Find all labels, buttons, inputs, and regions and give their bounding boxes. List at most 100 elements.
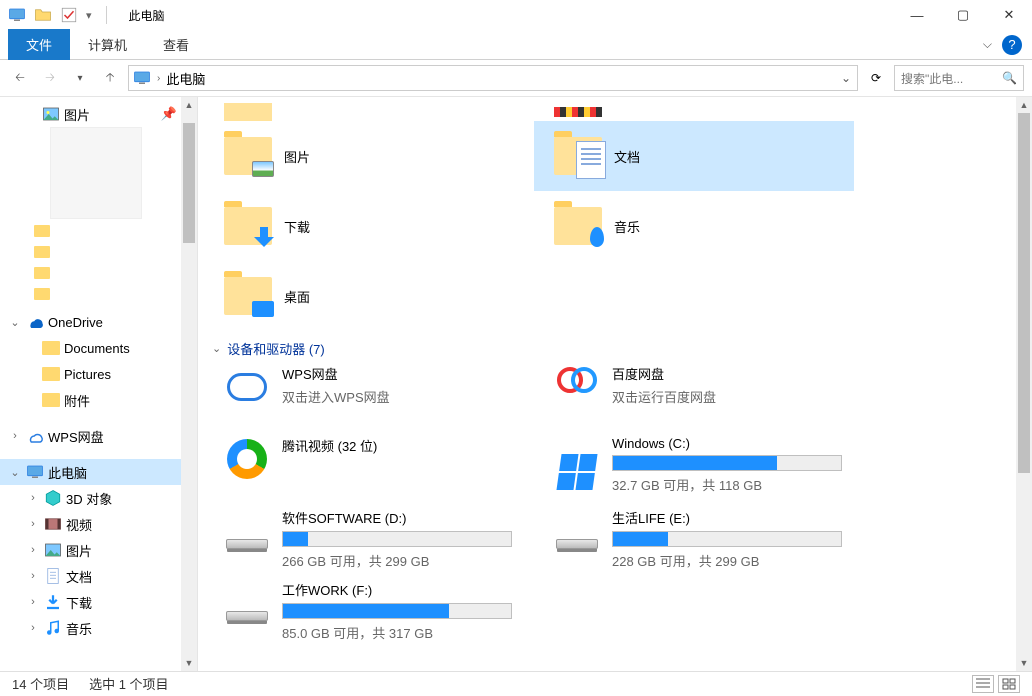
sidebar-item-pictures[interactable]: Pictures [0,361,197,387]
sidebar-item-onedrive[interactable]: ⌄ OneDrive [0,309,197,335]
details-view-button[interactable] [972,675,994,693]
sidebar-scrollbar[interactable]: ▲ ▼ [181,97,197,671]
drive-item-d[interactable]: 软件SOFTWARE (D:) 266 GB 可用，共 299 GB [204,508,534,580]
pin-icon[interactable]: 📌 [161,106,177,122]
scrollbar-thumb[interactable] [183,123,195,243]
onedrive-icon [26,313,44,331]
sidebar-item-music[interactable]: › 音乐 [0,615,197,641]
sidebar-item-attachments[interactable]: 附件 [0,387,197,413]
ribbon-collapse-icon[interactable]: ⌵ [983,37,992,52]
checkbox-icon[interactable] [60,6,78,24]
drive-item-e[interactable]: 生活LIFE (E:) 228 GB 可用，共 299 GB [534,508,854,580]
scroll-up-icon[interactable]: ▲ [181,97,197,113]
sidebar-label: 文档 [66,567,92,586]
maximize-button[interactable]: ▢ [940,0,986,30]
sidebar-label: Pictures [64,367,111,382]
close-button[interactable]: ✕ [986,0,1032,30]
folder-icon[interactable] [34,246,50,258]
chevron-down-icon[interactable]: ⌄ [8,316,22,329]
address-dropdown-icon[interactable]: ⌄ [835,71,857,85]
chevron-right-icon[interactable]: › [8,430,22,442]
folder-icon[interactable] [34,267,50,279]
scrollbar-thumb[interactable] [1018,113,1030,473]
folder-item-music[interactable]: 音乐 [534,191,854,261]
tiles-view-button[interactable] [998,675,1020,693]
drive-icon [556,539,598,549]
refresh-button[interactable]: ⟳ [864,71,888,85]
sidebar-item-pictures-quick[interactable]: 图片 📌 [0,101,197,127]
breadcrumb-thispc[interactable]: 此电脑 [166,69,205,88]
drive-item-c[interactable]: Windows (C:) 32.7 GB 可用，共 118 GB [534,436,854,508]
download-icon [44,593,62,611]
drive-item-baidu[interactable]: 百度网盘 双击运行百度网盘 [534,364,854,436]
help-icon[interactable]: ? [1002,35,1022,55]
windows-icon [556,454,597,490]
this-pc-icon [8,6,26,24]
drive-subtitle: 85.0 GB 可用，共 317 GB [282,626,433,641]
chevron-right-icon[interactable]: › [26,518,40,530]
search-icon[interactable]: 🔍 [1002,71,1017,85]
chevron-right-icon[interactable]: › [26,570,40,582]
chevron-right-icon[interactable]: › [26,544,40,556]
drive-icon [226,539,268,549]
desktop-overlay-icon [252,301,274,317]
sidebar-item-wps[interactable]: › WPS网盘 [0,423,197,449]
back-button[interactable]: 🡠 [8,66,32,90]
qat-overflow[interactable]: ▾ [86,9,92,22]
minimize-button[interactable]: — [894,0,940,30]
chevron-right-icon[interactable]: › [26,622,40,634]
drive-subtitle: 228 GB 可用，共 299 GB [612,554,759,569]
folder-icon[interactable] [34,288,50,300]
sidebar-label: 音乐 [66,619,92,638]
folder-item-pictures[interactable]: 图片 [204,121,534,191]
drive-usage-bar [612,455,842,471]
content-scrollbar[interactable]: ▲ ▼ [1016,97,1032,671]
drive-usage-bar [282,603,512,619]
sidebar-item-videos[interactable]: ›视频 [0,511,197,537]
nav-toolbar: 🡠 🡢 ▾ 🡡 › 此电脑 ⌄ ⟳ 搜索"此电... 🔍 [0,60,1032,96]
chevron-right-icon[interactable]: › [26,492,40,504]
folder-item-partial[interactable] [534,103,854,121]
folder-icon [224,207,272,245]
up-button[interactable]: 🡡 [98,66,122,90]
sidebar-item-pictures-pc[interactable]: ›图片 [0,537,197,563]
folder-icon[interactable] [34,6,52,24]
group-label: 设备和驱动器 (7) [227,339,325,358]
drive-item-f[interactable]: 工作WORK (F:) 85.0 GB 可用，共 317 GB [204,580,534,652]
cloud-icon [26,427,44,445]
drive-item-tencent[interactable]: 腾讯视频 (32 位) [204,436,534,508]
tab-file[interactable]: 文件 [8,29,70,60]
sidebar-item-thispc[interactable]: ⌄ 此电脑 [0,459,197,485]
tab-computer[interactable]: 计算机 [70,29,145,60]
folder-icon[interactable] [34,225,50,237]
scroll-down-icon[interactable]: ▼ [181,655,197,671]
folder-item-partial[interactable] [204,103,534,121]
tab-view[interactable]: 查看 [145,29,207,60]
scroll-down-icon[interactable]: ▼ [1016,655,1032,671]
sidebar-label: WPS网盘 [48,427,104,446]
group-devices[interactable]: ⌄ 设备和驱动器 (7) [204,331,1032,364]
search-input[interactable]: 搜索"此电... 🔍 [894,65,1024,91]
folder-item-downloads[interactable]: 下载 [204,191,534,261]
chevron-down-icon[interactable]: ⌄ [212,342,221,355]
folder-item-documents[interactable]: 文档 [534,121,854,191]
sidebar-item-documents[interactable]: Documents [0,335,197,361]
chevron-right-icon[interactable]: › [26,596,40,608]
scroll-up-icon[interactable]: ▲ [1016,97,1032,113]
sidebar-item-downloads[interactable]: ›下载 [0,589,197,615]
drive-item-wps[interactable]: WPS网盘 双击进入WPS网盘 [204,364,534,436]
recent-dropdown[interactable]: ▾ [68,66,92,90]
drive-icon [226,611,268,621]
sidebar-item-documents-pc[interactable]: › 文档 [0,563,197,589]
sidebar-item-3dobjects[interactable]: ›3D 对象 [0,485,197,511]
music-icon [44,619,62,637]
folder-item-desktop[interactable]: 桌面 [204,261,534,331]
forward-button[interactable]: 🡢 [38,66,62,90]
status-selected: 选中 1 个项目 [89,674,168,693]
chevron-down-icon[interactable]: ⌄ [8,466,22,479]
video-icon [44,515,62,533]
drive-subtitle: 266 GB 可用，共 299 GB [282,554,429,569]
drive-usage-bar [612,531,842,547]
address-bar[interactable]: › 此电脑 ⌄ [128,65,858,91]
drive-subtitle: 双击进入WPS网盘 [282,390,390,405]
